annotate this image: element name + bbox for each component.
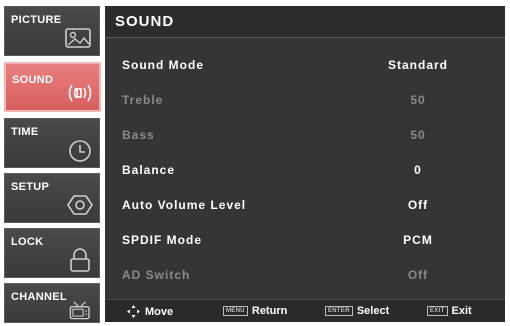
menu-key-icon: MENU xyxy=(223,306,248,316)
setting-value: 50 xyxy=(410,128,426,142)
enter-key-icon: ENTER xyxy=(325,306,353,316)
tab-sound[interactable]: SOUND xyxy=(4,62,101,112)
tab-setup-label: SETUP xyxy=(11,181,50,193)
tab-time-label: TIME xyxy=(11,126,39,138)
tab-lock[interactable]: LOCK xyxy=(4,228,100,278)
move-arrows-icon xyxy=(127,305,140,318)
setting-row-treble: Treble 50 xyxy=(105,86,505,121)
tab-lock-label: LOCK xyxy=(11,236,44,248)
padlock-icon xyxy=(70,248,90,272)
setting-value: 50 xyxy=(410,93,426,107)
tv-icon xyxy=(69,301,90,320)
settings-list: Sound Mode Standard Treble 50 Bass 50 Ba… xyxy=(105,51,505,296)
tab-sound-label: SOUND xyxy=(12,74,54,86)
exit-key-icon: EXIT xyxy=(427,306,448,316)
setting-label: AD Switch xyxy=(122,268,191,282)
clock-icon xyxy=(69,140,91,162)
setting-label: Auto Volume Level xyxy=(122,198,247,212)
key-hint-bar: Move MENU Return ENTER Select EXIT Exit xyxy=(105,299,505,322)
tab-setup[interactable]: SETUP xyxy=(4,173,100,223)
setting-value: PCM xyxy=(403,233,433,247)
setting-value: Off xyxy=(407,198,429,212)
gear-icon xyxy=(67,195,93,215)
return-hint: MENU Return xyxy=(223,305,287,317)
setting-label: Bass xyxy=(122,128,155,142)
select-hint-label: Select xyxy=(356,305,390,317)
setting-label: Balance xyxy=(122,163,176,177)
select-hint: ENTER Select xyxy=(325,305,389,317)
setting-row-balance[interactable]: Balance 0 xyxy=(105,156,505,191)
setting-label: SPDIF Mode xyxy=(122,233,203,247)
setting-value: 0 xyxy=(414,163,422,177)
setting-value: Off xyxy=(407,268,429,282)
setting-row-ad-switch: AD Switch Off xyxy=(105,261,505,296)
setting-label: Treble xyxy=(122,93,164,107)
tv-osd-screen: PICTURE SOUND TIME SETUP LOCK CHANNEL SO… xyxy=(0,0,510,326)
tab-channel[interactable]: CHANNEL xyxy=(4,283,100,323)
move-hint: Move xyxy=(127,305,173,318)
exit-hint: EXIT Exit xyxy=(427,305,472,317)
exit-hint-label: Exit xyxy=(451,305,472,317)
tab-time[interactable]: TIME xyxy=(4,118,100,168)
tab-picture-label: PICTURE xyxy=(11,14,62,26)
setting-row-bass: Bass 50 xyxy=(105,121,505,156)
setting-row-auto-volume-level[interactable]: Auto Volume Level Off xyxy=(105,191,505,226)
setting-row-sound-mode[interactable]: Sound Mode Standard xyxy=(105,51,505,86)
page-title: SOUND xyxy=(115,13,175,30)
sound-panel: SOUND Sound Mode Standard Treble 50 Bass… xyxy=(105,6,505,322)
speaker-icon xyxy=(68,84,92,102)
panel-title-bar: SOUND xyxy=(105,6,505,38)
tab-picture[interactable]: PICTURE xyxy=(4,6,100,56)
setting-row-spdif-mode[interactable]: SPDIF Mode PCM xyxy=(105,226,505,261)
picture-icon xyxy=(65,28,91,48)
setting-value: Standard xyxy=(387,58,448,72)
tab-channel-label: CHANNEL xyxy=(11,291,67,303)
menu-sidebar: PICTURE SOUND TIME SETUP LOCK CHANNEL xyxy=(4,6,101,323)
return-hint-label: Return xyxy=(251,305,288,317)
setting-label: Sound Mode xyxy=(122,58,204,72)
move-hint-label: Move xyxy=(145,306,174,318)
